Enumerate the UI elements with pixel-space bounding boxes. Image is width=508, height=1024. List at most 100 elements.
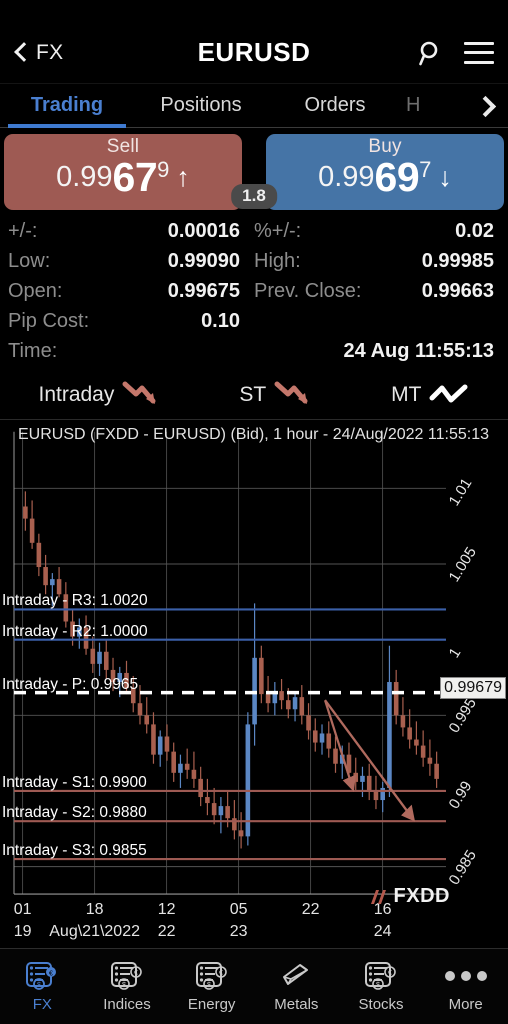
x-axis-tick-top: 05	[229, 901, 248, 919]
stat-label: Open:	[8, 280, 63, 302]
tab-orders[interactable]: Orders	[268, 84, 402, 127]
stat-row: Open: 0.99675 Prev. Close: 0.99663	[8, 280, 500, 310]
trend-intraday[interactable]: Intraday	[38, 380, 162, 410]
chevron-left-icon	[14, 41, 29, 65]
nav-item-metals[interactable]: Metals	[254, 960, 339, 1013]
trend-down-arrow-icon	[274, 380, 314, 410]
stat-label: Low:	[8, 250, 51, 272]
stat-change-percent: %+/-: 0.02	[254, 220, 500, 243]
stat-label: Time:	[8, 340, 58, 362]
trend-mt[interactable]: MT	[391, 382, 469, 408]
chevron-right-icon	[477, 95, 491, 117]
dot	[460, 971, 471, 981]
level-label: Intraday - S2: 0.9880	[2, 804, 147, 822]
stat-row: Pip Cost: 0.10	[8, 310, 500, 340]
stat-row: +/-: 0.00016 %+/-: 0.02	[8, 220, 500, 250]
status-bar	[0, 0, 508, 22]
hamburger-menu-icon[interactable]	[464, 41, 494, 64]
level-label: Intraday - R3: 1.0020	[2, 592, 148, 610]
svg-text:€: €	[134, 970, 138, 977]
stat-value: 0.02	[455, 220, 494, 242]
chart-title: EURUSD (FXDD - EURUSD) (Bid), 1 hour - 2…	[18, 426, 489, 443]
svg-text:$: $	[376, 982, 380, 989]
buy-button[interactable]: Buy 0.99 69 7 ↓	[266, 134, 504, 210]
fxdd-bars-icon	[370, 889, 386, 904]
stat-time: Time: 24 Aug 11:55:13	[8, 340, 500, 363]
svg-text:€: €	[388, 970, 392, 977]
dot	[444, 971, 455, 981]
x-axis-tick-top: 12	[157, 901, 176, 919]
stat-value: 0.99663	[421, 280, 494, 302]
x-axis-tick-top: 22	[301, 901, 320, 919]
stat-row: Low: 0.99090 High: 0.99985	[8, 250, 500, 280]
nav-item-stocks[interactable]: € $ Stocks	[339, 960, 424, 1013]
price-chart[interactable]: EURUSD (FXDD - EURUSD) (Bid), 1 hour - 2…	[0, 420, 508, 948]
stat-open: Open: 0.99675	[8, 280, 254, 303]
stat-label: %+/-:	[254, 220, 302, 242]
trend-label: MT	[391, 382, 422, 406]
search-icon[interactable]	[418, 40, 444, 66]
bottom-navigation: € $ FX € $ Indices € $ Energy Metals € $…	[0, 948, 508, 1024]
broker-watermark: FXDD	[369, 885, 450, 908]
nav-item-more[interactable]: More	[423, 960, 508, 1013]
trend-label: ST	[239, 382, 267, 406]
stat-label: Prev. Close:	[254, 280, 362, 302]
tab-bar: Trading Positions Orders H	[0, 84, 508, 128]
indices-quotes-icon: € $	[109, 960, 145, 992]
stocks-quotes-icon: € $	[363, 960, 399, 992]
stat-pip-cost: Pip Cost: 0.10	[8, 310, 254, 333]
fx-quotes-icon: € $	[24, 960, 60, 992]
level-label: Intraday - S1: 0.9900	[2, 773, 147, 791]
nav-item-indices[interactable]: € $ Indices	[85, 960, 170, 1013]
x-axis-tick-bottom: 24	[373, 923, 392, 941]
quote-panels: Sell 0.99 67 9 ↑ Buy 0.99 69 7 ↓ 1.8	[0, 128, 508, 216]
sell-price-small: 0.99	[56, 161, 113, 193]
buy-price-big: 69	[374, 154, 420, 200]
back-button[interactable]: FX	[14, 41, 63, 65]
nav-item-energy[interactable]: € $ Energy	[169, 960, 254, 1013]
sell-price: 0.99 67 9 ↑	[4, 154, 242, 200]
stat-value: 24 Aug 11:55:13	[343, 340, 494, 362]
burger-line	[464, 41, 494, 45]
x-axis-tick-bottom: 23	[229, 923, 248, 941]
svg-text:$: $	[207, 982, 211, 989]
trend-flat-line-icon	[429, 382, 469, 408]
metals-bar-icon	[278, 960, 314, 992]
trend-down-arrow-icon	[122, 380, 162, 410]
stat-value: 0.99090	[167, 250, 240, 272]
nav-item-fx[interactable]: € $ FX	[0, 960, 85, 1013]
sell-direction-arrow-icon: ↑	[176, 162, 190, 192]
stat-change: +/-: 0.00016	[8, 220, 254, 243]
level-label: Intraday - P: 0.9965	[2, 675, 139, 693]
trend-indicators: Intraday ST MT	[0, 370, 508, 420]
stat-high: High: 0.99985	[254, 250, 500, 273]
tab-history-partial[interactable]: H	[402, 84, 448, 127]
x-axis-tick-top: 01	[13, 901, 32, 919]
sell-button[interactable]: Sell 0.99 67 9 ↑	[4, 134, 242, 210]
nav-label: Metals	[274, 996, 319, 1013]
burger-line	[464, 51, 494, 54]
trend-label: Intraday	[38, 382, 115, 406]
app-header: FX EURUSD	[0, 22, 508, 84]
svg-text:$: $	[122, 982, 126, 989]
tab-trading[interactable]: Trading	[0, 84, 134, 128]
nav-label: Indices	[103, 996, 151, 1013]
buy-price: 0.99 69 7 ↓	[266, 154, 504, 200]
trend-st[interactable]: ST	[239, 380, 314, 410]
tabs-next-button[interactable]	[460, 84, 508, 127]
stat-label: +/-:	[8, 220, 38, 242]
level-label: Intraday - S3: 0.9855	[2, 842, 147, 860]
nav-label: FX	[32, 996, 52, 1013]
svg-text:$: $	[37, 982, 41, 989]
stat-value: 0.99675	[167, 280, 240, 302]
tab-positions[interactable]: Positions	[134, 84, 268, 127]
svg-text:€: €	[49, 971, 53, 978]
header-actions	[418, 40, 494, 66]
back-button-label: FX	[36, 40, 64, 64]
nav-label: Stocks	[358, 996, 404, 1013]
x-axis-tick-top: 18	[85, 901, 104, 919]
sell-price-big: 67	[112, 154, 158, 200]
stat-row: Time: 24 Aug 11:55:13	[8, 340, 500, 370]
instrument-stats: +/-: 0.00016 %+/-: 0.02 Low: 0.99090 Hig…	[0, 216, 508, 370]
sell-price-fraction: 9	[157, 157, 170, 182]
